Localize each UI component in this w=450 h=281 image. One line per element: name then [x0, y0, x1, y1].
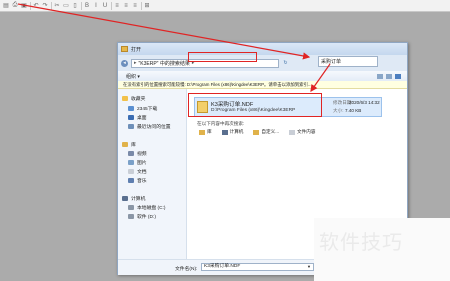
search-input[interactable]: 采购订单 — [318, 56, 378, 67]
nav-item-videos[interactable]: 视频 — [128, 150, 147, 157]
print-icon[interactable]: ⎙ — [11, 2, 19, 10]
folder-icon — [253, 129, 260, 135]
dialog-title: 打开 — [131, 46, 142, 53]
nav-item-desktop[interactable]: 桌面 — [128, 114, 147, 121]
align-left-icon[interactable]: ≡ — [113, 2, 121, 10]
search-again-custom[interactable]: 自定义... — [253, 129, 279, 135]
file-highlight-box — [188, 93, 322, 117]
filename-label: 文件名(N): — [175, 267, 198, 272]
nav-item-label: 2345下载 — [137, 107, 158, 112]
filename-value: K3采购订单.NDF — [204, 264, 241, 269]
picture-icon — [128, 160, 134, 165]
library-icon — [122, 142, 128, 147]
search-highlight-box — [188, 52, 257, 62]
cut-icon[interactable]: ✂ — [53, 2, 61, 10]
library-icon — [199, 129, 205, 135]
document-icon — [128, 169, 134, 174]
underline-icon[interactable]: U — [101, 2, 109, 10]
drive-icon — [128, 205, 134, 210]
toolbar-divider — [30, 1, 31, 10]
nav-item-label: 视频 — [137, 152, 147, 157]
search-again-option-label: 库 — [207, 129, 212, 134]
nav-item-drive-d[interactable]: 软件 (D:) — [128, 213, 156, 220]
insert-icon[interactable]: ⊞ — [143, 2, 151, 10]
download-folder-icon — [128, 106, 134, 111]
align-right-icon[interactable]: ≡ — [131, 2, 139, 10]
nav-item-drive-c[interactable]: 本地磁盘 (C:) — [128, 204, 166, 211]
nav-item-label: 图片 — [137, 161, 147, 166]
video-icon — [128, 151, 134, 156]
search-again-libraries[interactable]: 库 — [199, 129, 212, 135]
computer-icon — [122, 196, 128, 201]
nav-item-pictures[interactable]: 图片 — [128, 159, 147, 166]
modified-value: 2020/6/3 14:32 — [349, 100, 380, 105]
copy-icon[interactable]: ▭ — [62, 2, 70, 10]
italic-icon[interactable]: I — [92, 2, 100, 10]
filename-input[interactable]: K3采购订单.NDF ▼ — [201, 263, 314, 271]
folder-icon — [121, 46, 128, 52]
nav-computer-label: 计算机 — [131, 197, 146, 202]
search-again-option-label: 自定义... — [261, 129, 280, 134]
navigation-pane: 收藏夹 2345下载 桌面 最近访问的位置 库 视频 图片 文档 音乐 计算机 … — [118, 89, 187, 259]
nav-item-recent[interactable]: 最近访问的位置 — [128, 123, 171, 130]
toolbar-divider — [51, 1, 52, 10]
dialog-titlebar: 打开 — [118, 43, 407, 55]
nav-computer[interactable]: 计算机 — [122, 195, 145, 202]
nav-item-label: 桌面 — [137, 116, 147, 121]
search-again-computer[interactable]: 计算机 — [221, 129, 244, 135]
search-again-label: 在以下内容中再次搜索: — [197, 121, 245, 126]
search-again-file-contents[interactable]: 文件内容 — [289, 129, 315, 135]
drive-icon — [128, 214, 134, 219]
nav-favorites[interactable]: 收藏夹 — [122, 95, 145, 102]
undo-icon[interactable]: ↶ — [32, 2, 40, 10]
nav-item-downloads[interactable]: 2345下载 — [128, 105, 157, 112]
star-icon — [122, 96, 128, 101]
preview-icon[interactable]: ▣ — [20, 2, 28, 10]
back-icon[interactable]: ◂ — [121, 59, 128, 67]
search-again-option-label: 文件内容 — [297, 129, 316, 134]
toolbar-divider — [111, 1, 112, 10]
preview-pane-icon[interactable] — [386, 73, 392, 79]
chevron-down-icon[interactable]: ▼ — [307, 264, 311, 270]
index-warning-bar[interactable]: 在没有索引的位置搜索可能较慢: D:\Program Files (x86)\K… — [118, 81, 407, 89]
music-icon — [128, 178, 134, 183]
align-center-icon[interactable]: ≡ — [122, 2, 130, 10]
computer-icon — [221, 129, 228, 135]
document-icon — [289, 129, 296, 135]
nav-libraries[interactable]: 库 — [122, 141, 136, 148]
view-controls — [377, 73, 401, 79]
breadcrumb-search-results[interactable]: "K3ERP" 中的搜索结果 — [139, 60, 190, 67]
search-again-option-label: 计算机 — [229, 129, 244, 134]
recent-places-icon — [128, 124, 134, 129]
nav-item-documents[interactable]: 文档 — [128, 168, 147, 175]
search-again-options: 库 计算机 自定义... 文件内容 — [199, 129, 315, 135]
nav-item-label: 音乐 — [137, 179, 147, 184]
watermark-text: 软件技巧 — [319, 232, 403, 254]
breadcrumb-arrow-icon: ▸ — [134, 60, 137, 66]
nav-favorites-label: 收藏夹 — [131, 97, 146, 102]
bold-icon[interactable]: B — [83, 2, 91, 10]
nav-item-label: 本地磁盘 (C:) — [137, 206, 166, 211]
help-icon[interactable] — [395, 73, 401, 79]
desktop-icon — [128, 115, 134, 120]
search-value: 采购订单 — [321, 59, 342, 65]
size-value: 7.40 KB — [345, 108, 362, 113]
app-toolbar: ▤ ⎙ ▣ ↶ ↷ ✂ ▭ ▯ B I U ≡ ≡ ≡ ⊞ — [0, 0, 450, 12]
toolbar-divider — [141, 1, 142, 10]
open-icon[interactable]: ▤ — [2, 2, 10, 10]
paste-icon[interactable]: ▯ — [71, 2, 79, 10]
organize-button[interactable]: 组织 ▾ — [126, 73, 140, 80]
nav-libraries-label: 库 — [131, 143, 136, 148]
refresh-icon[interactable]: ↻ — [281, 59, 290, 68]
size-label: 大小: — [333, 108, 344, 113]
nav-item-label: 软件 (D:) — [137, 215, 156, 220]
view-options-icon[interactable] — [377, 73, 383, 79]
redo-icon[interactable]: ↷ — [41, 2, 49, 10]
nav-item-label: 最近访问的位置 — [137, 125, 171, 130]
nav-item-music[interactable]: 音乐 — [128, 177, 147, 184]
toolbar-divider — [81, 1, 82, 10]
nav-item-label: 文档 — [137, 170, 147, 175]
